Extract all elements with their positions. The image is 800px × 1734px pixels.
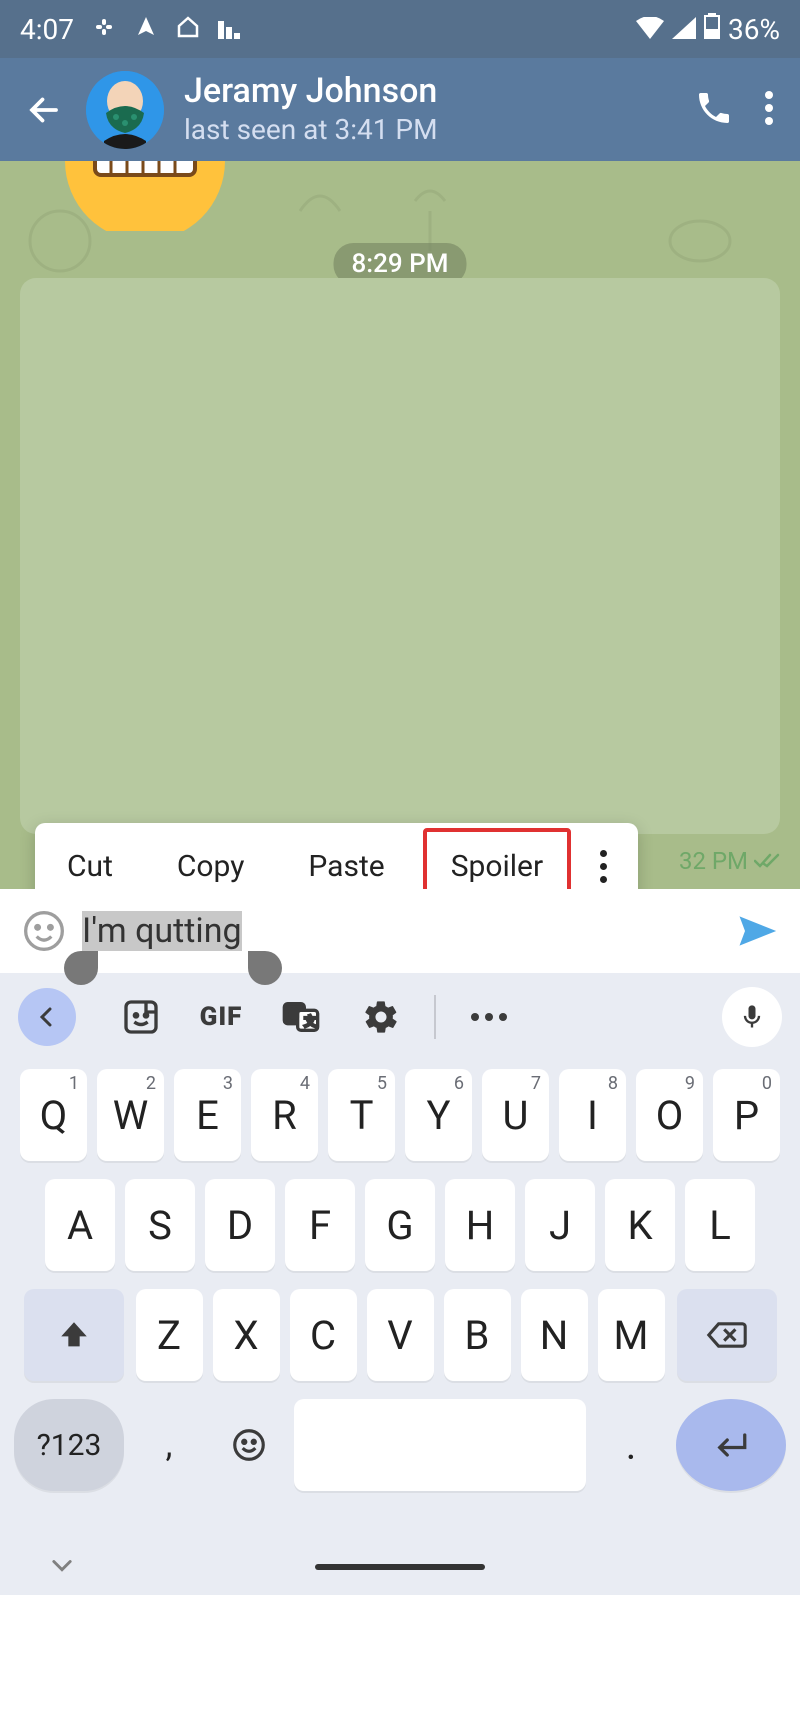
key-h[interactable]: H xyxy=(445,1179,515,1271)
translate-icon[interactable]: G文 xyxy=(264,987,338,1047)
key-q[interactable]: Q1 xyxy=(20,1069,87,1161)
back-button[interactable] xyxy=(20,86,68,134)
key-d[interactable]: D xyxy=(205,1179,275,1271)
key-j[interactable]: J xyxy=(525,1179,595,1271)
key-c[interactable]: C xyxy=(290,1289,357,1381)
key-p[interactable]: P0 xyxy=(713,1069,780,1161)
key-y[interactable]: Y6 xyxy=(405,1069,472,1161)
keyboard-row-4: ?123 , . xyxy=(14,1399,786,1491)
mic-button[interactable] xyxy=(722,987,782,1047)
keyboard-toolbar: GIF G文 xyxy=(0,973,800,1061)
status-bar: 4:07 36% xyxy=(0,0,800,58)
separator xyxy=(434,995,436,1039)
message-bubble[interactable] xyxy=(20,278,780,834)
key-x[interactable]: X xyxy=(213,1289,280,1381)
key-n[interactable]: N xyxy=(521,1289,588,1381)
signal-icon xyxy=(672,13,696,46)
chat-header: Jeramy Johnson last seen at 3:41 PM xyxy=(0,58,800,161)
key-s[interactable]: S xyxy=(125,1179,195,1271)
key-t[interactable]: T5 xyxy=(328,1069,395,1161)
contact-name[interactable]: Jeramy Johnson xyxy=(184,73,694,110)
send-button[interactable] xyxy=(730,905,782,957)
emoji-key[interactable] xyxy=(214,1399,284,1491)
last-seen: last seen at 3:41 PM xyxy=(184,113,694,146)
backspace-key[interactable] xyxy=(677,1289,777,1381)
key-k[interactable]: K xyxy=(605,1179,675,1271)
emoji-button[interactable] xyxy=(18,905,70,957)
context-more[interactable] xyxy=(577,823,630,889)
key-z[interactable]: Z xyxy=(136,1289,203,1381)
key-u[interactable]: U7 xyxy=(482,1069,549,1161)
text-context-menu: Cut Copy Paste Spoiler xyxy=(35,823,638,889)
message-input-bar: I'm qutting xyxy=(0,889,800,973)
status-time: 4:07 xyxy=(20,13,74,46)
shift-key[interactable] xyxy=(24,1289,124,1381)
collapse-keyboard-icon[interactable] xyxy=(48,1551,76,1583)
selection-handle-left[interactable] xyxy=(64,951,98,985)
key-i[interactable]: I8 xyxy=(559,1069,626,1161)
chat-messages[interactable]: 8:29 PM 32 PM Cut Copy Paste Spoiler xyxy=(0,161,800,889)
sticker xyxy=(55,161,235,231)
keyboard-row-1: Q1W2E3R4T5Y6U7I8O9P0 xyxy=(14,1069,786,1161)
enter-key[interactable] xyxy=(676,1399,786,1491)
keyboard-row-3: ZXCVBNM xyxy=(14,1289,786,1381)
key-v[interactable]: V xyxy=(367,1289,434,1381)
settings-icon[interactable] xyxy=(344,987,418,1047)
context-spoiler[interactable]: Spoiler xyxy=(423,828,571,889)
space-key[interactable] xyxy=(294,1399,586,1491)
nav-bar xyxy=(0,1539,800,1595)
message-time: 32 PM xyxy=(679,847,748,875)
keyboard-row-2: ASDFGHJKL xyxy=(14,1179,786,1271)
message-meta: 32 PM xyxy=(679,847,780,875)
selected-text: I'm qutting xyxy=(82,911,242,951)
sticker-icon[interactable] xyxy=(104,987,178,1047)
key-b[interactable]: B xyxy=(444,1289,511,1381)
send-icon xyxy=(134,13,158,46)
comma-key[interactable]: , xyxy=(134,1399,204,1491)
context-cut[interactable]: Cut xyxy=(35,823,145,889)
gif-button[interactable]: GIF xyxy=(184,987,258,1047)
avatar[interactable] xyxy=(86,71,164,149)
symbols-key[interactable]: ?123 xyxy=(14,1399,124,1491)
key-e[interactable]: E3 xyxy=(174,1069,241,1161)
key-g[interactable]: G xyxy=(365,1179,435,1271)
key-w[interactable]: W2 xyxy=(97,1069,164,1161)
context-copy[interactable]: Copy xyxy=(145,823,277,889)
slack-icon xyxy=(92,13,116,46)
battery-percent: 36% xyxy=(728,13,780,46)
period-key[interactable]: . xyxy=(596,1399,666,1491)
context-paste[interactable]: Paste xyxy=(276,823,416,889)
keyboard: GIF G文 Q1W2E3R4T5Y6U7I8O9P0 ASDFGHJKL ZX… xyxy=(0,973,800,1595)
bars-icon xyxy=(218,13,244,46)
call-button[interactable] xyxy=(694,88,734,132)
key-l[interactable]: L xyxy=(685,1179,755,1271)
svg-text:文: 文 xyxy=(304,1014,316,1028)
home-handle[interactable] xyxy=(315,1564,485,1570)
selection-handle-right[interactable] xyxy=(248,951,282,985)
key-f[interactable]: F xyxy=(285,1179,355,1271)
key-a[interactable]: A xyxy=(45,1179,115,1271)
more-button[interactable] xyxy=(764,90,774,130)
key-r[interactable]: R4 xyxy=(251,1069,318,1161)
kb-back-button[interactable] xyxy=(18,988,76,1046)
key-o[interactable]: O9 xyxy=(636,1069,703,1161)
key-m[interactable]: M xyxy=(598,1289,665,1381)
message-input[interactable]: I'm qutting xyxy=(82,911,730,951)
kb-more-icon[interactable] xyxy=(452,987,526,1047)
wifi-icon xyxy=(636,13,664,46)
svg-text:G: G xyxy=(289,1008,298,1023)
home-icon xyxy=(176,13,200,46)
battery-icon xyxy=(704,13,720,46)
